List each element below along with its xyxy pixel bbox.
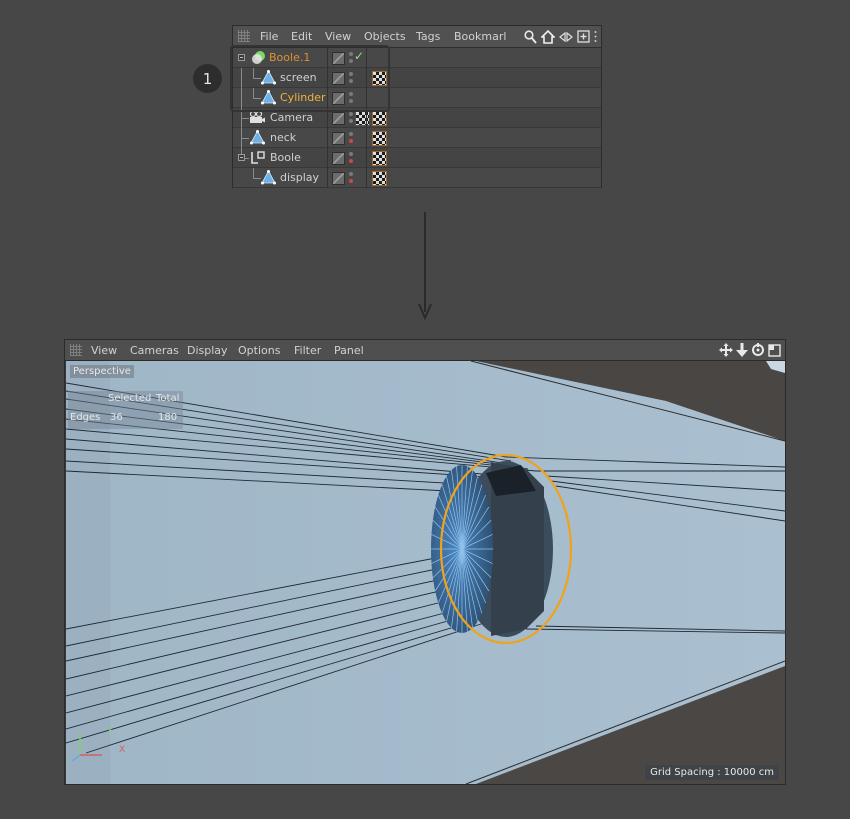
camera-tag-icon[interactable] [355, 111, 370, 126]
down-arrow-icon[interactable] [736, 343, 748, 357]
render-toggle[interactable] [332, 132, 345, 145]
object-row-neck[interactable]: neck [233, 128, 601, 148]
search-icon[interactable] [524, 29, 537, 44]
fold-toggle-icon[interactable] [238, 154, 245, 161]
editor-visibility-dot[interactable] [349, 112, 353, 116]
menu-tags[interactable]: Tags [416, 30, 440, 43]
menu-cameras[interactable]: Cameras [130, 344, 179, 357]
object-name[interactable]: display [280, 171, 319, 184]
camera-icon [249, 110, 265, 123]
object-row-boole[interactable]: Boole [233, 148, 601, 168]
menu-file[interactable]: File [260, 30, 278, 43]
render-toggle[interactable] [332, 172, 345, 185]
texture-tag-icon[interactable] [372, 151, 387, 166]
menu-filter[interactable]: Filter [294, 344, 321, 357]
menu-options[interactable]: Options [238, 344, 280, 357]
viewport-scene[interactable]: Perspective Selected Total Edges 36 180 … [66, 361, 785, 784]
stats-total-value: 180 [158, 412, 178, 423]
camera-label[interactable]: Perspective [70, 365, 134, 378]
move-icon[interactable] [719, 343, 733, 357]
down-arrow-icon [418, 212, 432, 320]
menu-display[interactable]: Display [187, 344, 228, 357]
boole-icon [251, 151, 265, 164]
maximize-icon[interactable] [768, 343, 781, 357]
selection-highlight-box [230, 45, 390, 112]
menu-view[interactable]: View [325, 30, 351, 43]
viewport-panel: View Cameras Display Options Filter Pane… [64, 339, 786, 785]
viewport-menubar: View Cameras Display Options Filter Pane… [65, 340, 785, 361]
menu-bookmarks[interactable]: Bookmarl [454, 30, 506, 43]
stats-row-label: Edges [70, 412, 101, 423]
render-toggle[interactable] [332, 152, 345, 165]
object-name[interactable]: Camera [270, 111, 313, 124]
menu-edit[interactable]: Edit [291, 30, 312, 43]
menu-objects[interactable]: Objects [364, 30, 406, 43]
object-row-display[interactable]: display [233, 168, 601, 188]
home-icon[interactable] [541, 29, 555, 44]
rotate-icon[interactable] [751, 343, 765, 357]
stats-header-selected: Selected [108, 393, 152, 404]
step-badge: 1 [193, 64, 222, 93]
panel-grip-icon[interactable] [238, 30, 250, 42]
render-toggle[interactable] [332, 112, 345, 125]
back-forth-icon[interactable] [559, 31, 573, 43]
render-visibility-dot[interactable] [349, 139, 353, 143]
editor-visibility-dot[interactable] [349, 132, 353, 136]
menu-panel[interactable]: Panel [334, 344, 364, 357]
editor-visibility-dot[interactable] [349, 172, 353, 176]
more-icon[interactable] [594, 30, 597, 43]
axis-y-label: Y [107, 727, 113, 737]
polygon-icon [250, 130, 265, 145]
render-visibility-dot[interactable] [349, 159, 353, 163]
texture-tag-icon[interactable] [372, 111, 387, 126]
grid-spacing-label: Grid Spacing : 10000 cm [645, 765, 779, 780]
new-window-icon[interactable] [577, 30, 590, 43]
editor-visibility-dot[interactable] [349, 152, 353, 156]
object-name[interactable]: Boole [270, 151, 301, 164]
object-name[interactable]: neck [270, 131, 296, 144]
stats-overlay: Selected Total Edges 36 180 [68, 391, 183, 429]
render-visibility-dot[interactable] [349, 119, 353, 123]
polygon-icon [261, 170, 276, 185]
texture-tag-icon[interactable] [372, 131, 387, 146]
axis-x-label: X [119, 745, 126, 755]
stats-selected-value: 36 [110, 412, 123, 423]
menu-view[interactable]: View [91, 344, 117, 357]
stats-header-total: Total [156, 393, 180, 404]
render-visibility-dot[interactable] [349, 179, 353, 183]
texture-tag-icon[interactable] [372, 171, 387, 186]
panel-grip-icon[interactable] [70, 344, 82, 356]
